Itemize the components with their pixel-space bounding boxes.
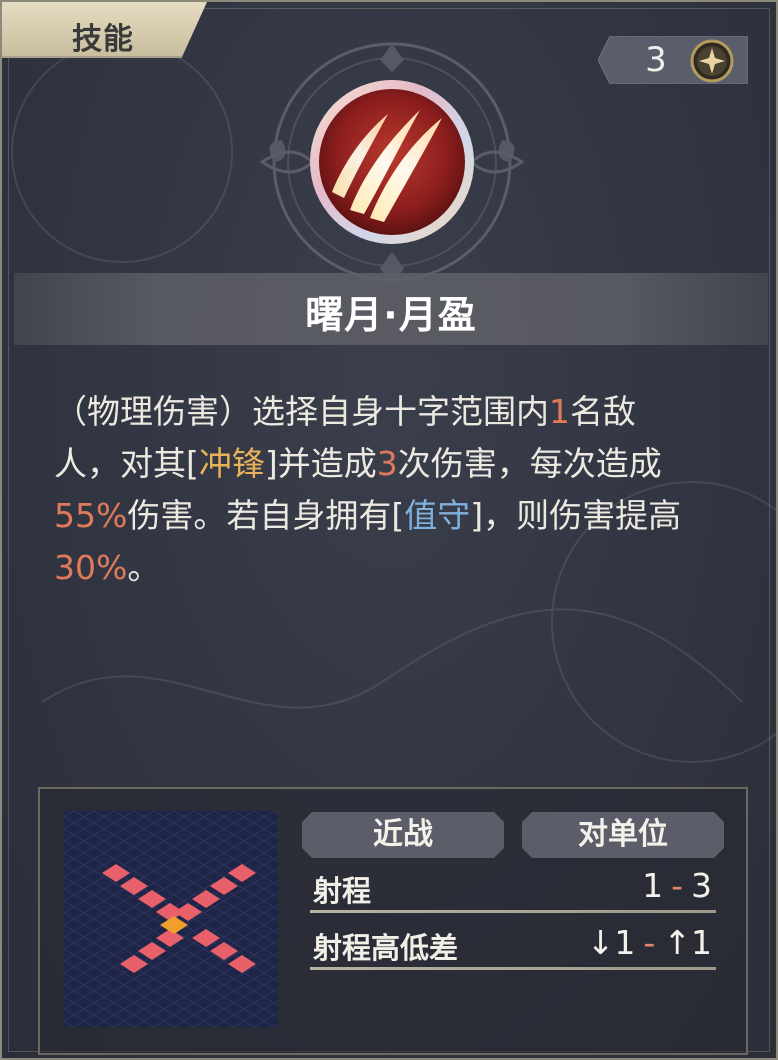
desc-number: 3 bbox=[376, 444, 398, 483]
tab-label: 技能 bbox=[72, 22, 134, 57]
target-type-label: 对单位 bbox=[578, 817, 668, 852]
up-arrow-icon: ↑ bbox=[663, 923, 691, 962]
desc-text: ]，则伤害提高 bbox=[470, 496, 682, 535]
desc-text: 名敌 bbox=[570, 392, 636, 431]
desc-number: 30% bbox=[54, 548, 128, 587]
skill-description: （物理伤害）选择自身十字范围内1名敌 人，对其[冲锋]并造成3次伤害，每次造成 … bbox=[54, 386, 744, 594]
cross-range-grid-icon bbox=[64, 811, 278, 1027]
height-up: 1 bbox=[691, 923, 712, 962]
skill-tab[interactable]: 技能 bbox=[2, 2, 207, 60]
divider bbox=[310, 910, 716, 913]
target-type-tag: 对单位 bbox=[522, 812, 724, 858]
attack-type-tag: 近战 bbox=[302, 812, 504, 858]
desc-number: 55% bbox=[54, 496, 128, 535]
keyword-guard[interactable]: 值守 bbox=[404, 496, 470, 535]
height-diff-value: ↓1- ↑1 bbox=[587, 923, 712, 962]
divider bbox=[310, 967, 716, 970]
sparkle-star-icon bbox=[690, 39, 734, 83]
range-value: 1-3 bbox=[642, 866, 712, 905]
description-line-4: 30%。 bbox=[54, 542, 744, 594]
desc-text: （物理伤害）选择自身十字范围内 bbox=[54, 392, 549, 431]
range-dash: - bbox=[671, 866, 683, 905]
description-line-2: 人，对其[冲锋]并造成3次伤害，每次造成 bbox=[54, 438, 744, 490]
desc-text: 人，对其[ bbox=[54, 444, 199, 483]
cost-value: 3 bbox=[645, 40, 667, 80]
attack-type-label: 近战 bbox=[373, 817, 433, 852]
desc-text: 伤害。若自身拥有[ bbox=[127, 496, 405, 535]
range-max: 3 bbox=[691, 866, 712, 905]
height-down: 1 bbox=[614, 923, 636, 962]
description-line-1: （物理伤害）选择自身十字范围内1名敌 bbox=[54, 386, 744, 438]
desc-text: ]并造成 bbox=[264, 444, 377, 483]
range-label: 射程 bbox=[313, 874, 372, 908]
height-diff-label: 射程高低差 bbox=[313, 931, 459, 965]
skill-name: 曙月·月盈 bbox=[305, 293, 477, 337]
desc-number: 1 bbox=[549, 392, 570, 431]
desc-text: 。 bbox=[127, 548, 161, 587]
desc-text: 次伤害，每次造成 bbox=[397, 444, 662, 483]
description-line-3: 55%伤害。若自身拥有[值守]，则伤害提高 bbox=[54, 490, 744, 542]
keyword-charge[interactable]: 冲锋 bbox=[199, 444, 265, 483]
claw-slash-icon bbox=[259, 42, 525, 287]
down-arrow-icon: ↓ bbox=[586, 923, 615, 962]
range-min: 1 bbox=[642, 866, 664, 905]
skill-panel: 技能 3 曙月·月盈 （物理伤害）选择自身十字范围内1名敌 人，对其[冲锋]并造… bbox=[0, 0, 778, 1060]
height-dash: - bbox=[643, 923, 656, 962]
